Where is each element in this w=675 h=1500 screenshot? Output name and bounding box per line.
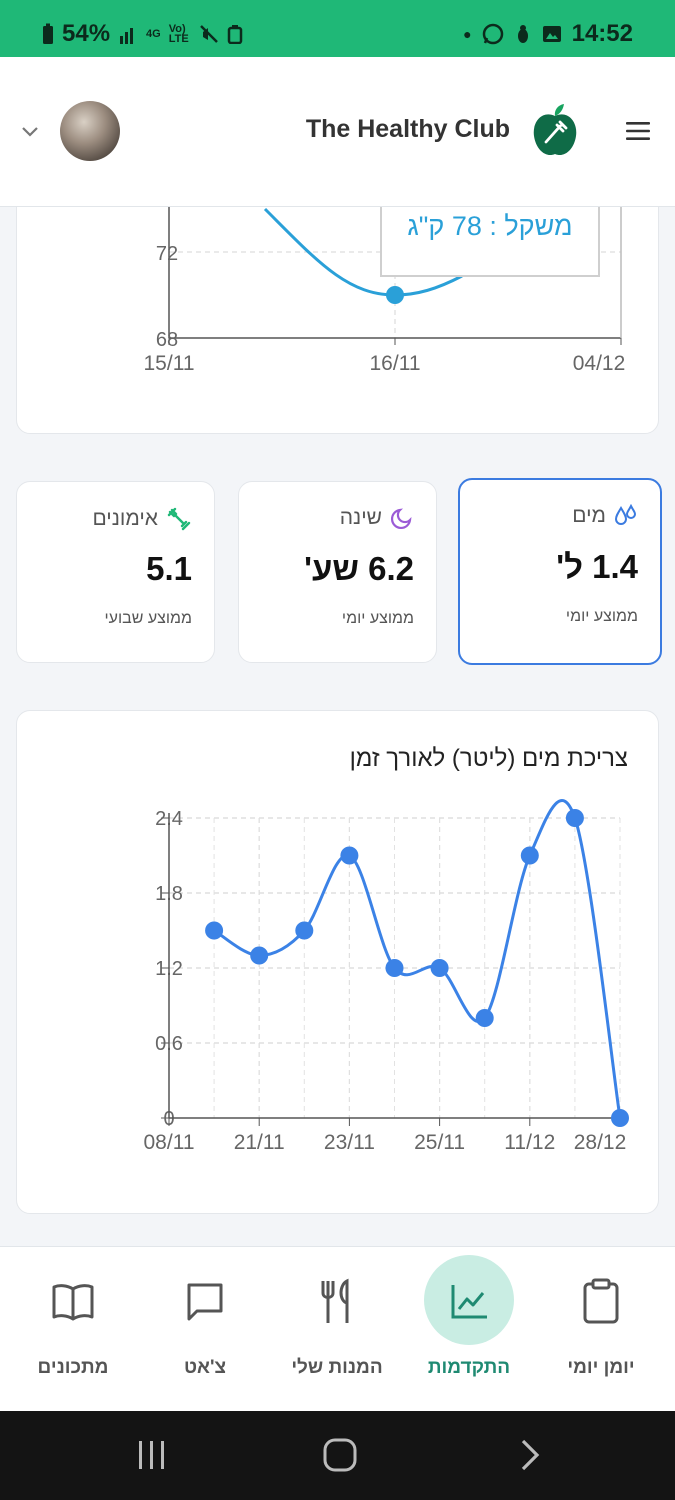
water-x-tick-label: 08/11 bbox=[144, 1131, 195, 1154]
volte-label: Vo) LTE bbox=[168, 23, 189, 45]
chat-icon bbox=[187, 1283, 223, 1321]
water-point[interactable] bbox=[611, 1109, 629, 1127]
weight-y-tick-label: 72 bbox=[156, 243, 178, 265]
stat-sleep-sub: ממוצע יומי bbox=[341, 610, 414, 627]
weight-tooltip: משקל : 78 ק"ג bbox=[407, 211, 572, 241]
water-point[interactable] bbox=[475, 1009, 494, 1027]
battery-icon bbox=[43, 23, 53, 44]
chart-line-icon bbox=[451, 1285, 487, 1319]
signal-icon bbox=[120, 28, 134, 44]
status-bar: 54% 4G Vo) LTE ● 14:52 bbox=[0, 0, 675, 57]
weight-x-tick-label: 15/11 bbox=[144, 352, 195, 375]
water-point[interactable] bbox=[205, 921, 224, 940]
water-chart-card: צריכת מים (ליטר) לאורך זמן 2.4 1.8 1.2 0.6 0… bbox=[16, 710, 659, 1214]
water-point[interactable] bbox=[520, 846, 539, 865]
whatsapp-icon bbox=[482, 23, 503, 45]
weight-x-tick-label: 16/11 bbox=[370, 352, 421, 375]
water-point[interactable] bbox=[385, 959, 404, 977]
stat-water-sub: ממוצע יומי bbox=[565, 608, 638, 625]
water-point[interactable] bbox=[340, 846, 359, 865]
stat-sleep-title: שינה bbox=[339, 506, 382, 529]
stat-sleep-value: 6.2 שע' bbox=[304, 550, 414, 587]
water-x-tick-label: 23/11 bbox=[324, 1131, 375, 1154]
water-point[interactable] bbox=[295, 921, 314, 940]
network-type: 4G bbox=[146, 28, 161, 40]
clock: 14:52 bbox=[571, 20, 633, 47]
water-point[interactable] bbox=[565, 809, 584, 827]
stat-workouts-title: אימונים bbox=[92, 507, 158, 530]
droplets-icon bbox=[614, 504, 637, 525]
back-button[interactable] bbox=[518, 1437, 542, 1473]
mute-icon bbox=[199, 25, 218, 43]
system-nav-bar bbox=[0, 1411, 675, 1500]
book-icon bbox=[52, 1284, 94, 1321]
stat-card-water[interactable]: מים 1.4 ל' ממוצע יומי bbox=[458, 478, 662, 665]
stat-card-workouts[interactable]: אימונים 5.1 ממוצע שבועי bbox=[16, 481, 215, 663]
menu-icon[interactable] bbox=[626, 121, 650, 141]
nav-label: מתכונים bbox=[37, 1357, 109, 1378]
water-x-tick-label: 21/11 bbox=[234, 1131, 285, 1154]
nav-label: יומן יומי bbox=[567, 1357, 635, 1378]
stat-card-sleep[interactable]: שינה 6.2 שע' ממוצע יומי bbox=[238, 481, 437, 663]
weight-y-tick-label: 68 bbox=[156, 329, 178, 351]
water-point[interactable] bbox=[250, 946, 269, 965]
chevron-down-icon[interactable] bbox=[21, 126, 39, 138]
stat-card-title: אימונים bbox=[92, 506, 192, 532]
bug-icon bbox=[517, 25, 528, 43]
dumbbell-icon bbox=[167, 507, 191, 531]
nav-label: המנות שלי bbox=[291, 1357, 383, 1378]
app-title: The Healthy Club bbox=[305, 115, 510, 143]
water-point[interactable] bbox=[430, 959, 449, 977]
stat-workouts-value: 5.1 bbox=[146, 550, 192, 587]
water-chart: 2.41.81.20.6008/11 21/11 23/11 25/11 11/12 28… bbox=[144, 799, 629, 1154]
recent-apps-button[interactable] bbox=[136, 1439, 168, 1471]
water-x-tick-label: 11/12 bbox=[504, 1131, 555, 1154]
stat-water-value: 1.4 ל' bbox=[556, 548, 638, 585]
water-line bbox=[213, 799, 622, 1119]
utensils-icon bbox=[321, 1278, 349, 1323]
water-x-tick-label: 25/11 bbox=[414, 1131, 465, 1154]
avatar[interactable] bbox=[60, 101, 120, 161]
home-button[interactable] bbox=[322, 1437, 358, 1473]
app-header: The Healthy Club bbox=[0, 57, 675, 207]
battery-level: 54% bbox=[62, 20, 111, 47]
image-icon bbox=[542, 26, 561, 42]
dot-indicator: ● bbox=[463, 26, 472, 42]
apple-logo-icon bbox=[533, 104, 577, 156]
recycle-icon bbox=[227, 25, 242, 44]
stat-workouts-sub: ממוצע שבועי bbox=[104, 610, 193, 627]
bottom-nav: יומן יומי התקדמות המנות שלי צ'אט מתכונים bbox=[0, 1246, 675, 1411]
clipboard-icon bbox=[583, 1278, 619, 1324]
water-x-tick-label: 28/12 bbox=[574, 1131, 627, 1154]
moon-icon bbox=[391, 508, 412, 529]
stat-water-title: מים bbox=[572, 504, 606, 527]
stat-card-title: שינה bbox=[340, 506, 414, 530]
nav-label: צ'אט bbox=[183, 1357, 227, 1378]
weight-point[interactable] bbox=[386, 286, 404, 304]
weight-x-tick-label: 04/12 bbox=[573, 352, 626, 375]
stat-card-title: מים bbox=[572, 504, 638, 528]
nav-label: התקדמות bbox=[427, 1357, 511, 1378]
